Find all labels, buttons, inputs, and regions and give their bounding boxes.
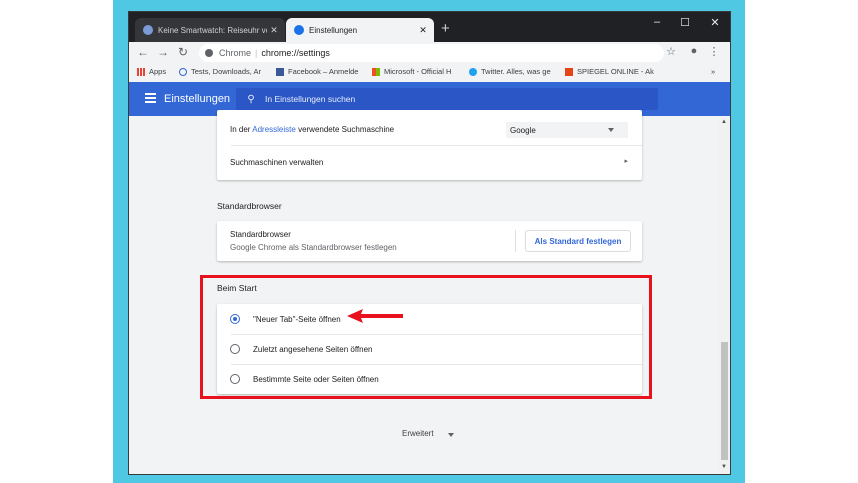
bookmark-item[interactable]: Facebook – Anmelde [276,67,358,76]
reload-icon[interactable]: ↻ [175,45,191,59]
chevron-right-icon: ▸ [624,158,628,165]
label-prefix: In der [230,125,251,134]
close-tab-icon[interactable]: ✕ [267,25,281,36]
chevron-down-icon[interactable] [448,433,454,437]
search-engine-row: In der Adressleiste verwendete Suchmasch… [217,122,642,138]
apps-grid-icon [137,67,145,76]
highlight-box [200,275,652,399]
tab-smartwatch[interactable]: Keine Smartwatch: Reiseuhr von ✕ [135,18,285,42]
scroll-up-icon[interactable]: ▲ [721,119,727,125]
scrollbar[interactable]: ▲ ▼ [719,116,730,474]
back-icon[interactable]: ← [135,45,151,59]
twitter-icon [469,67,477,76]
spiegel-icon [565,67,573,76]
site-name: Chrome [219,48,252,58]
gear-icon [294,25,304,35]
toolbar: ← → ↻ Chrome | chrome://settings ☆ ● ⋮ [129,42,730,64]
section-title-default-browser: Standardbrowser [217,201,282,211]
hamburger-menu-icon[interactable] [145,93,156,104]
search-placeholder: In Einstellungen suchen [265,94,356,104]
tab-strip: Keine Smartwatch: Reiseuhr von ✕ Einstel… [129,12,730,42]
manage-search-engines-label: Suchmaschinen verwalten [230,158,324,167]
close-window-icon[interactable]: ✕ [705,16,725,29]
default-browser-card: Standardbrowser Google Chrome als Standa… [217,221,642,261]
bookmark-label: Tests, Downloads, Ar [191,67,262,76]
search-engine-label: In der Adressleiste verwendete Suchmasch… [230,125,394,134]
forward-icon[interactable]: → [155,45,171,59]
search-icon: ⚲ [247,93,255,105]
bookmark-label: Twitter. Alles, was ge [481,67,551,76]
tab-favicon-icon [143,25,153,35]
scroll-down-icon[interactable]: ▼ [721,464,727,470]
tab-title: Keine Smartwatch: Reiseuhr von [158,25,267,35]
bookmark-label: Facebook – Anmelde [288,67,359,76]
url-text: chrome://settings [261,48,330,58]
menu-icon[interactable]: ⋮ [707,45,721,58]
search-engine-value: Google [510,125,536,135]
close-tab-icon[interactable]: ✕ [416,25,430,36]
bookmark-item[interactable]: Tests, Downloads, Ar [179,67,261,76]
new-tab-icon[interactable]: + [441,20,450,37]
settings-search-input[interactable]: ⚲ In Einstellungen suchen [236,88,658,110]
bookmarks-overflow-icon[interactable]: » [711,67,715,76]
bookmark-label: SPIEGEL ONLINE - Ak [577,67,654,76]
advanced-toggle[interactable]: Erweitert [402,429,434,438]
bookmark-favicon-icon [179,67,187,76]
set-default-button[interactable]: Als Standard festlegen [525,230,631,252]
bookmarks-bar: Apps Tests, Downloads, Ar Facebook – Anm… [129,64,730,83]
bookmark-item[interactable]: Microsoft - Official H [372,67,451,76]
bookmark-apps[interactable]: Apps [137,67,166,76]
chevron-down-icon [608,128,614,132]
label-suffix: verwendete Suchmaschine [298,125,395,134]
red-arrow-icon [347,309,403,323]
scrollbar-thumb[interactable] [721,342,728,460]
bookmark-label: Microsoft - Official H [384,67,452,76]
tab-settings[interactable]: Einstellungen ✕ [286,18,434,42]
site-info-icon[interactable] [205,49,213,57]
default-browser-subtitle: Google Chrome als Standardbrowser festle… [230,243,397,252]
vertical-separator [515,230,516,252]
browser-window: Keine Smartwatch: Reiseuhr von ✕ Einstel… [129,12,730,474]
separator: | [255,48,258,58]
star-icon[interactable]: ☆ [664,45,678,58]
account-icon[interactable]: ● [687,45,701,57]
overflow-label: » [711,67,716,76]
facebook-icon [276,67,284,76]
bookmark-label: Apps [149,67,167,76]
maximize-icon[interactable]: ☐ [675,16,695,29]
address-bar-link[interactable]: Adressleiste [252,125,296,134]
address-bar[interactable]: Chrome | chrome://settings [199,44,664,62]
bookmark-item[interactable]: Twitter. Alles, was ge [469,67,551,76]
settings-content: In der Adressleiste verwendete Suchmasch… [129,110,719,474]
search-engine-select[interactable]: Google [506,122,628,138]
default-browser-title: Standardbrowser [230,230,291,239]
minimize-icon[interactable]: – [647,16,667,28]
tab-title: Einstellungen [309,25,358,35]
search-engine-card: In der Adressleiste verwendete Suchmasch… [217,110,642,180]
bookmark-item[interactable]: SPIEGEL ONLINE - Ak [565,67,654,76]
manage-search-engines-row[interactable]: Suchmaschinen verwalten ▸ [217,145,642,180]
microsoft-icon [372,67,380,76]
page-title: Einstellungen [164,93,231,105]
